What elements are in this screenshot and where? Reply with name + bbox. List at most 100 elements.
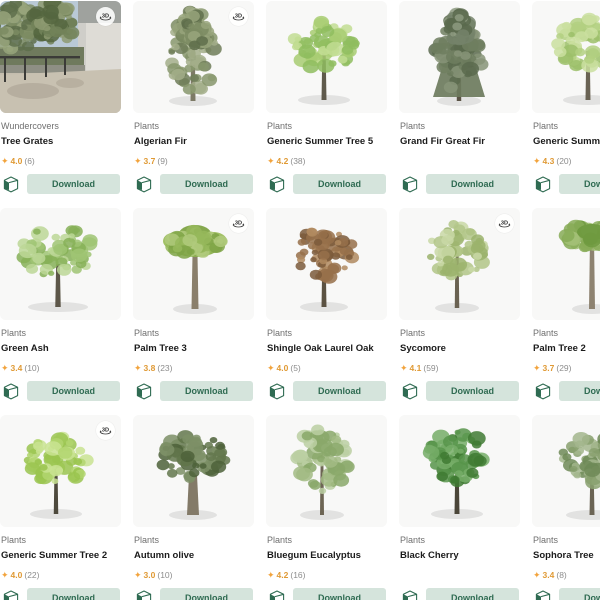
asset-title[interactable]: Sycomore: [400, 342, 519, 356]
asset-card[interactable]: Plants Generic Summer Tree 1 ✦4.3(20) Downl…: [532, 1, 600, 194]
asset-card[interactable]: 3D Plants Generic Summer Tree 2 ✦ 4.0 (22) Dow…: [0, 415, 121, 600]
asset-category[interactable]: Plants: [533, 534, 600, 546]
download-button[interactable]: Download: [27, 588, 120, 600]
asset-title[interactable]: Green Ash: [1, 342, 120, 356]
asset-title[interactable]: Black Cherry: [400, 549, 519, 563]
download-button[interactable]: Download: [27, 174, 120, 194]
asset-card[interactable]: 3D Plants Algerian Fir ✦ 3.7 (9) Download: [133, 1, 254, 194]
card-actions: Download: [267, 381, 386, 401]
asset-thumbnail[interactable]: [0, 208, 121, 320]
asset-card[interactable]: 3D Plants Palm Tree 2 ✦3.7(29) Download: [532, 208, 600, 401]
asset-category[interactable]: Plants: [134, 327, 253, 339]
asset-card[interactable]: Plants Autumn olive ✦ 3.0 (10) Download: [133, 415, 254, 600]
asset-thumbnail[interactable]: 3D: [0, 415, 121, 527]
asset-thumbnail[interactable]: 3D: [133, 208, 254, 320]
download-button[interactable]: Download: [559, 174, 600, 194]
cube-icon[interactable]: [400, 381, 420, 401]
asset-thumbnail[interactable]: [133, 415, 254, 527]
asset-card[interactable]: Plants Shingle Oak Laurel Oak ✦ 4.0 (5) Downl…: [266, 208, 387, 401]
asset-card[interactable]: 3D Plants Palm Tree 3 ✦ 3.8 (23) Download: [133, 208, 254, 401]
card-meta: Plants Autumn olive ✦ 3.0 (10) Download: [133, 527, 254, 600]
asset-card[interactable]: 3D Plants Sycomore ✦ 4.1 (59) Download: [399, 208, 520, 401]
star-icon: ✦: [134, 156, 142, 166]
asset-title[interactable]: Generic Summer Tree 5: [267, 135, 386, 149]
download-button[interactable]: Download: [293, 588, 386, 600]
cube-icon[interactable]: [134, 381, 154, 401]
asset-category[interactable]: Plants: [134, 534, 253, 546]
download-button[interactable]: Download: [27, 381, 120, 401]
asset-title[interactable]: Palm Tree 2: [533, 342, 600, 356]
asset-card[interactable]: Plants Grand Fir Great Fir Download: [399, 1, 520, 194]
asset-category[interactable]: Plants: [134, 120, 253, 132]
asset-category[interactable]: Plants: [267, 534, 386, 546]
asset-thumbnail[interactable]: 3D: [399, 208, 520, 320]
cube-icon[interactable]: [1, 174, 21, 194]
asset-thumbnail[interactable]: [266, 208, 387, 320]
asset-category[interactable]: Plants: [533, 327, 600, 339]
asset-thumbnail[interactable]: [532, 415, 600, 527]
card-meta: Plants Shingle Oak Laurel Oak ✦ 4.0 (5) Downl…: [266, 320, 387, 401]
download-button[interactable]: Download: [426, 381, 519, 401]
asset-title[interactable]: Generic Summer Tree 1: [533, 135, 600, 149]
asset-card[interactable]: Plants Bluegum Eucalyptus ✦ 4.2 (16) Download: [266, 415, 387, 600]
download-button[interactable]: Download: [160, 588, 253, 600]
download-button[interactable]: Download: [293, 381, 386, 401]
asset-thumbnail[interactable]: 3D: [0, 1, 121, 113]
download-button[interactable]: Download: [426, 588, 519, 600]
asset-category[interactable]: Plants: [1, 327, 120, 339]
asset-card[interactable]: Plants Sophora Tree ✦3.4(8) Download: [532, 415, 600, 600]
asset-card[interactable]: 3D Wundercovers Tree Grates ✦ 4.0 (6) Download: [0, 1, 121, 194]
download-button[interactable]: Download: [160, 381, 253, 401]
asset-title[interactable]: Tree Grates: [1, 135, 120, 149]
asset-title[interactable]: Palm Tree 3: [134, 342, 253, 356]
asset-title[interactable]: Sophora Tree: [533, 549, 600, 563]
cube-icon[interactable]: [400, 174, 420, 194]
cube-icon[interactable]: [267, 588, 287, 600]
cube-icon[interactable]: [267, 174, 287, 194]
asset-card[interactable]: Plants Black Cherry Download: [399, 415, 520, 600]
download-button[interactable]: Download: [426, 174, 519, 194]
asset-thumbnail[interactable]: [266, 415, 387, 527]
asset-thumbnail[interactable]: [532, 1, 600, 113]
card-meta: Plants Black Cherry Download: [399, 527, 520, 600]
asset-title[interactable]: Algerian Fir: [134, 135, 253, 149]
star-icon: ✦: [134, 570, 142, 580]
asset-category[interactable]: Wundercovers: [1, 120, 120, 132]
asset-category[interactable]: Plants: [1, 534, 120, 546]
asset-category[interactable]: Plants: [533, 120, 600, 132]
rating-score: 4.3: [542, 156, 555, 166]
asset-title[interactable]: Autumn olive: [134, 549, 253, 563]
asset-card[interactable]: Plants Generic Summer Tree 5 ✦ 4.2 (38) Downl…: [266, 1, 387, 194]
cube-icon[interactable]: [134, 174, 154, 194]
download-button[interactable]: Download: [293, 174, 386, 194]
asset-category[interactable]: Plants: [267, 120, 386, 132]
cube-icon[interactable]: [134, 588, 154, 600]
asset-card[interactable]: Plants Green Ash ✦ 3.4 (10) Download: [0, 208, 121, 401]
asset-title[interactable]: Generic Summer Tree 2: [1, 549, 120, 563]
asset-title[interactable]: Bluegum Eucalyptus: [267, 549, 386, 563]
asset-title[interactable]: Shingle Oak Laurel Oak: [267, 342, 386, 356]
asset-thumbnail[interactable]: [399, 415, 520, 527]
asset-category[interactable]: Plants: [400, 327, 519, 339]
star-icon: ✦: [1, 363, 9, 373]
download-button[interactable]: Download: [559, 588, 600, 600]
rating-score: 3.8: [143, 363, 156, 373]
asset-category[interactable]: Plants: [400, 534, 519, 546]
cube-icon[interactable]: [533, 174, 553, 194]
asset-title[interactable]: Grand Fir Great Fir: [400, 135, 519, 149]
asset-category[interactable]: Plants: [267, 327, 386, 339]
card-actions: Download: [134, 381, 253, 401]
cube-icon[interactable]: [267, 381, 287, 401]
cube-icon[interactable]: [1, 588, 21, 600]
cube-icon[interactable]: [533, 588, 553, 600]
download-button[interactable]: Download: [559, 381, 600, 401]
cube-icon[interactable]: [1, 381, 21, 401]
asset-thumbnail[interactable]: 3D: [532, 208, 600, 320]
asset-thumbnail[interactable]: [266, 1, 387, 113]
asset-thumbnail[interactable]: 3D: [133, 1, 254, 113]
download-button[interactable]: Download: [160, 174, 253, 194]
cube-icon[interactable]: [533, 381, 553, 401]
asset-category[interactable]: Plants: [400, 120, 519, 132]
cube-icon[interactable]: [400, 588, 420, 600]
asset-thumbnail[interactable]: [399, 1, 520, 113]
